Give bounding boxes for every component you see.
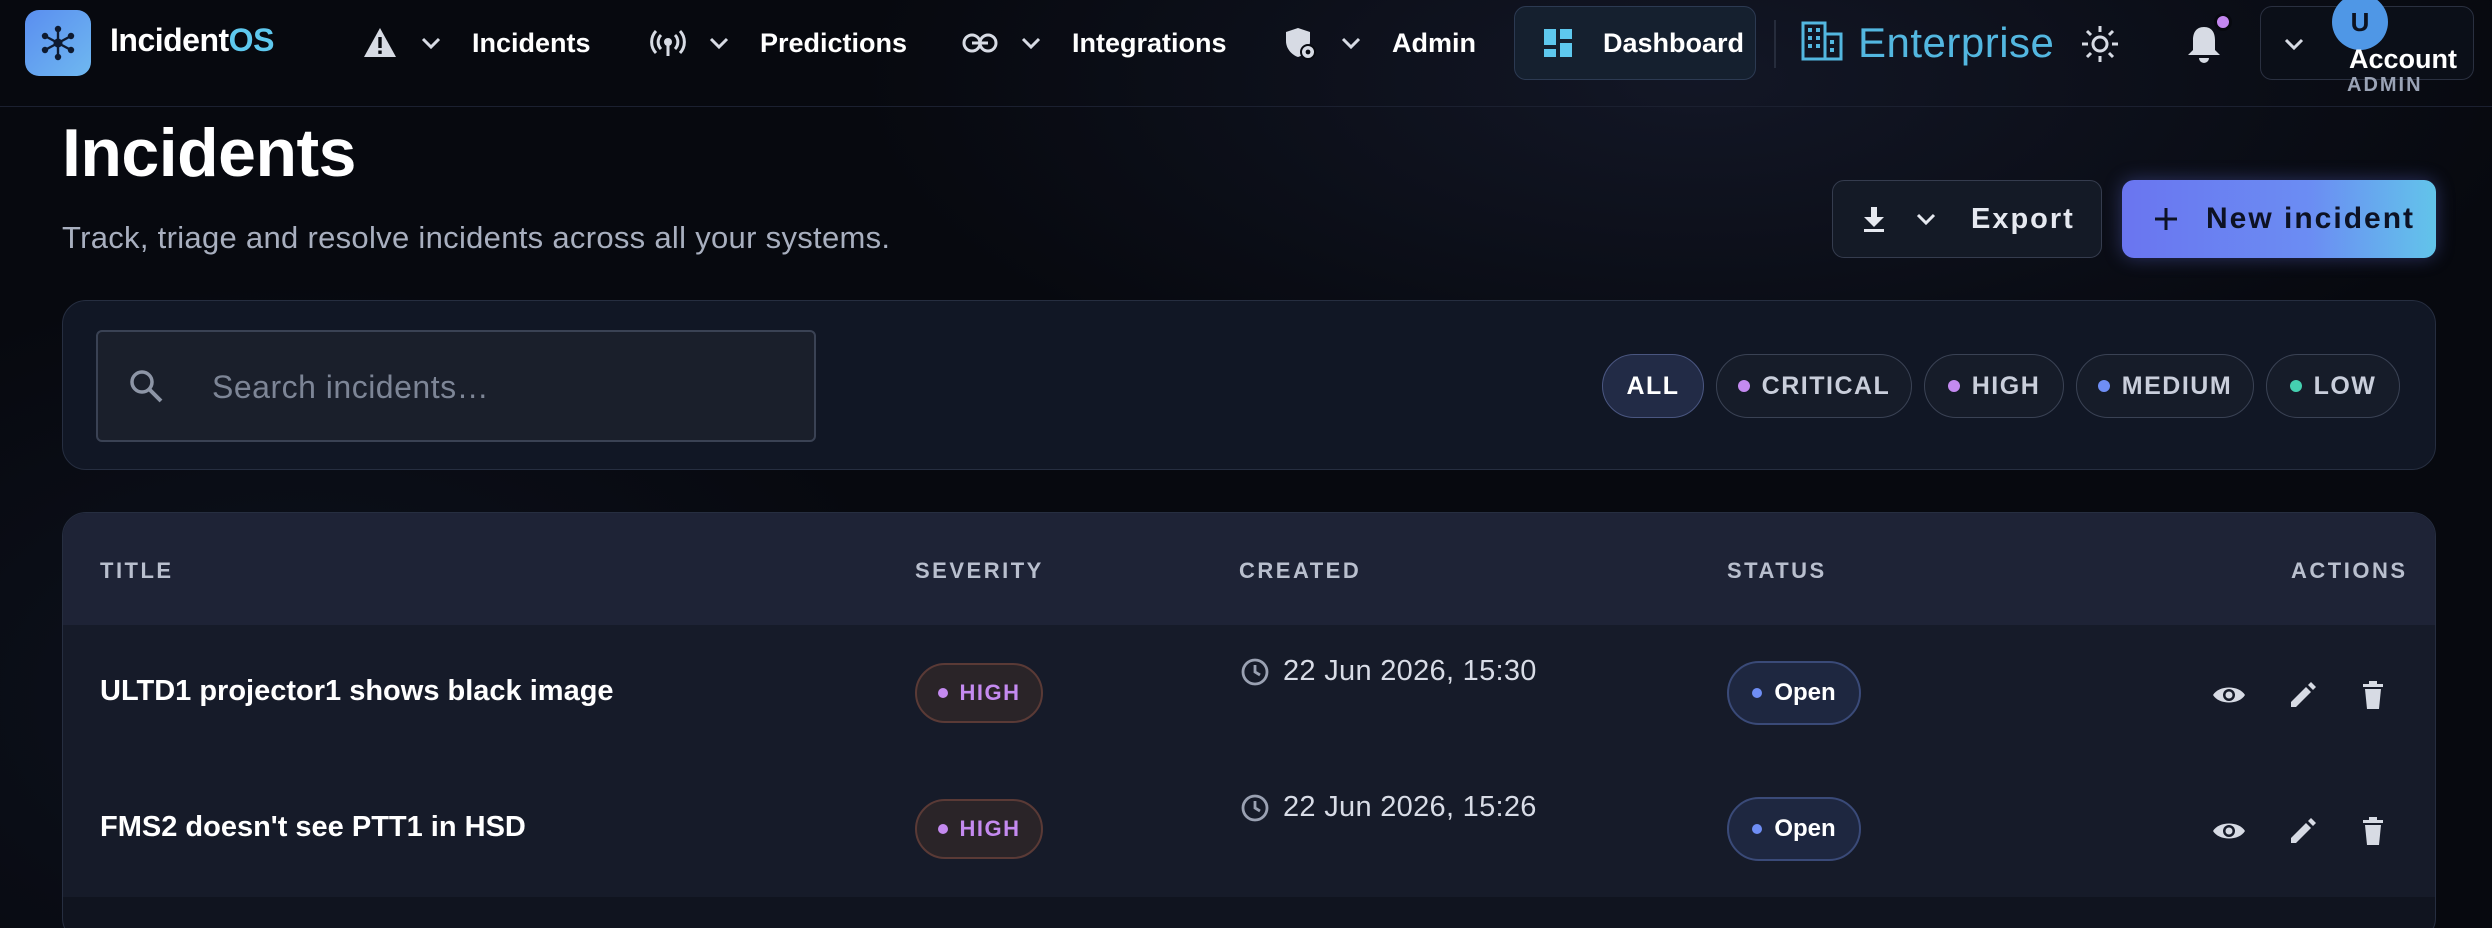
sun-icon[interactable] xyxy=(2078,22,2122,66)
table-row[interactable]: FMS2 doesn't see PTT1 in HSD HIGH 22 Jun… xyxy=(63,761,2435,897)
clock-icon xyxy=(1239,792,1271,824)
page-subtitle: Track, triage and resolve incidents acro… xyxy=(62,220,891,255)
nav-label: Incidents xyxy=(472,27,591,58)
chevron-down-icon[interactable] xyxy=(416,23,446,63)
column-header-created[interactable]: CREATED xyxy=(1239,558,1361,584)
status-label: Open xyxy=(1774,679,1836,706)
filter-chip-low[interactable]: LOW xyxy=(2266,354,2400,418)
filter-chip-critical[interactable]: CRITICAL xyxy=(1716,354,1912,418)
download-icon xyxy=(1859,204,1889,234)
dashboard-button[interactable]: Dashboard xyxy=(1514,6,1756,80)
status-badge: Open xyxy=(1727,661,1861,725)
top-navigation-bar: IncidentOS Incidents Predictions Integra… xyxy=(0,0,2492,107)
chevron-down-icon[interactable] xyxy=(1336,23,1366,63)
table-row[interactable]: ULTD1 projector1 shows black image HIGH … xyxy=(63,625,2435,761)
nav-label: Admin xyxy=(1392,27,1476,58)
dashboard-grid-icon xyxy=(1541,26,1575,60)
notification-badge xyxy=(2214,13,2232,31)
chevron-down-icon[interactable] xyxy=(704,23,734,63)
view-eye-icon[interactable] xyxy=(2207,809,2251,853)
severity-label: HIGH xyxy=(959,680,1021,705)
chip-label: CRITICAL xyxy=(1761,371,1891,400)
clock-icon xyxy=(1239,656,1271,688)
new-incident-button[interactable]: New incident xyxy=(2122,180,2436,258)
warning-triangle-icon xyxy=(360,23,400,63)
network-nodes-icon[interactable] xyxy=(25,10,91,76)
filter-chip-high[interactable]: HIGH xyxy=(1924,354,2064,418)
building-icon xyxy=(1800,20,1844,67)
severity-dot xyxy=(937,824,948,834)
created-text: 22 Jun 2026, 15:26 xyxy=(1283,791,1537,823)
account-role: ADMIN xyxy=(2347,74,2423,96)
nav-item-admin[interactable]: Admin xyxy=(1280,18,1476,68)
nav-item-predictions[interactable]: Predictions xyxy=(648,18,907,68)
severity-dot xyxy=(1947,380,1960,392)
column-header-title[interactable]: TITLE xyxy=(100,558,174,584)
plus-icon xyxy=(2150,203,2182,235)
incident-title[interactable]: FMS2 doesn't see PTT1 in HSD xyxy=(100,811,526,844)
export-button[interactable]: Export xyxy=(1832,180,2102,258)
column-header-actions: ACTIONS xyxy=(2291,558,2408,583)
created-text: 22 Jun 2026, 15:30 xyxy=(1283,655,1537,687)
edit-pencil-icon[interactable] xyxy=(2281,673,2325,717)
chip-label: LOW xyxy=(2313,371,2377,400)
column-header-severity[interactable]: SEVERITY xyxy=(915,558,1044,584)
broadcast-signal-icon xyxy=(648,23,688,63)
nav-item-integrations[interactable]: Integrations xyxy=(960,18,1227,68)
search-icon xyxy=(126,366,166,406)
severity-badge: HIGH xyxy=(915,799,1043,859)
severity-dot xyxy=(937,688,948,698)
filter-chip-medium[interactable]: MEDIUM xyxy=(2076,354,2254,418)
status-dot xyxy=(1752,824,1763,834)
nav-item-incidents[interactable]: Incidents xyxy=(360,18,591,68)
delete-trash-icon[interactable] xyxy=(2351,673,2395,717)
enterprise-label: Enterprise xyxy=(1800,10,2054,76)
view-eye-icon[interactable] xyxy=(2207,673,2251,717)
chip-label: HIGH xyxy=(1971,371,2041,400)
chip-label: MEDIUM xyxy=(2121,371,2233,400)
edit-pencil-icon[interactable] xyxy=(2281,809,2325,853)
admin-shield-icon xyxy=(1280,23,1320,63)
new-incident-label: New incident xyxy=(2206,202,2416,235)
incident-title[interactable]: ULTD1 projector1 shows black image xyxy=(100,675,614,708)
chevron-down-icon xyxy=(2279,29,2309,59)
status-badge: Open xyxy=(1727,797,1861,861)
nav-label: Predictions xyxy=(760,27,908,58)
account-name: Account xyxy=(2349,44,2457,74)
chevron-down-icon[interactable] xyxy=(1016,23,1046,63)
status-dot xyxy=(1752,688,1763,698)
chip-label: ALL xyxy=(1626,371,1680,400)
enterprise-text: Enterprise xyxy=(1858,19,2055,66)
nav-divider xyxy=(1774,20,1776,68)
app-logo-text[interactable]: IncidentOS xyxy=(110,22,274,59)
severity-dot xyxy=(1737,380,1750,392)
chevron-down-icon xyxy=(1911,204,1941,234)
link-icon xyxy=(960,23,1000,63)
nav-label: Integrations xyxy=(1072,27,1227,58)
incidents-table: TITLE SEVERITY CREATED STATUS ACTIONS UL… xyxy=(62,512,2436,928)
severity-badge: HIGH xyxy=(915,663,1043,723)
severity-dot xyxy=(2289,380,2302,392)
status-label: Open xyxy=(1774,815,1836,842)
column-header-status[interactable]: STATUS xyxy=(1727,558,1827,584)
severity-label: HIGH xyxy=(959,816,1021,841)
severity-dot xyxy=(2097,380,2110,392)
export-label: Export xyxy=(1971,202,2075,235)
search-field[interactable] xyxy=(96,330,816,442)
search-input[interactable] xyxy=(212,362,792,412)
page-title: Incidents xyxy=(62,115,357,191)
created-timestamp: 22 Jun 2026, 15:26 xyxy=(1239,791,1537,824)
filter-chip-all[interactable]: ALL xyxy=(1602,354,1704,418)
table-header: TITLE SEVERITY CREATED STATUS ACTIONS xyxy=(63,513,2435,625)
delete-trash-icon[interactable] xyxy=(2351,809,2395,853)
created-timestamp: 22 Jun 2026, 15:30 xyxy=(1239,655,1537,688)
dashboard-label: Dashboard xyxy=(1603,27,1745,58)
